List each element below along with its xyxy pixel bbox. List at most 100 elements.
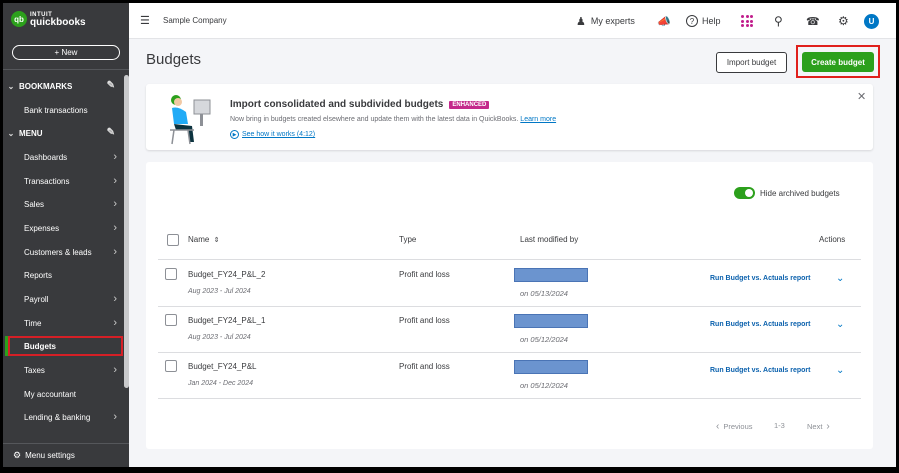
pager-next[interactable]: Next › [807,421,830,432]
budget-name[interactable]: Budget_FY24_P&L_2 [188,270,265,279]
redacted-user-block [514,360,588,374]
chevron-down-icon[interactable]: ⌄ [836,365,844,376]
my-experts-label: My experts [590,16,635,26]
table-row: Budget_FY24_P&L Jan 2024 - Dec 2024 Prof… [146,354,873,400]
active-indicator [5,336,8,356]
row-checkbox[interactable] [165,314,177,326]
redacted-user-block [514,314,588,328]
see-how-it-works-link[interactable]: ▶ See how it works (4:12) [230,130,315,139]
sidebar-item-transactions[interactable]: Transactions › [3,171,123,191]
sidebar-item-payroll[interactable]: Payroll › [3,289,123,309]
chevron-right-icon: › [113,317,117,329]
chevron-down-icon[interactable]: ⌄ [836,273,844,284]
budget-period: Jan 2024 - Dec 2024 [188,380,253,387]
edit-bookmarks-pencil-icon[interactable]: ✎ [107,80,115,91]
notifications-button[interactable]: ☎ [806,3,820,39]
expert-person-icon: ♟ [576,15,586,28]
sidebar-item-budgets[interactable]: Budgets [5,336,123,356]
menu-settings-label: Menu settings [25,451,75,460]
close-icon[interactable]: ✕ [857,90,866,103]
settings-button[interactable]: ⚙ [838,3,849,39]
learn-more-link[interactable]: Learn more [520,116,556,123]
sidebar: qb INTUIT quickbooks + New ⌄ BOOKMARKS ✎… [3,3,129,467]
column-header-name-label: Name [188,235,210,244]
create-budget-button[interactable]: Create budget [802,52,874,72]
last-modified-date: on 05/13/2024 [520,289,568,298]
chevron-down-icon: ⌄ [7,128,15,138]
pager-previous[interactable]: ‹ Previous [716,421,753,432]
run-report-link[interactable]: Run Budget vs. Actuals report [710,321,810,328]
sidebar-item-lending-banking[interactable]: Lending & banking › [3,407,123,427]
company-name: Sample Company [163,16,227,25]
chevron-right-icon: › [113,175,117,187]
search-icon: ⚲ [774,14,783,28]
sidebar-item-time[interactable]: Time › [3,313,123,333]
budget-period: Aug 2023 - Jul 2024 [188,288,251,295]
row-checkbox[interactable] [165,268,177,280]
budgets-table-card: Hide archived budgets Name ⇕ Type Last m… [146,162,873,449]
sidebar-item-my-accountant[interactable]: My accountant [3,384,123,404]
column-header-actions: Actions [819,235,846,244]
import-budget-button[interactable]: Import budget [716,52,787,73]
bookmarks-label: BOOKMARKS [19,81,73,91]
sidebar-item-label: Expenses [24,223,60,233]
budget-name[interactable]: Budget_FY24_P&L [188,362,257,371]
bookmarks-section-header[interactable]: ⌄ BOOKMARKS ✎ [3,76,123,96]
sidebar-item-bank-transactions[interactable]: Bank transactions [3,100,123,120]
chevron-down-icon[interactable]: ⌄ [836,319,844,330]
column-header-name[interactable]: Name ⇕ [188,235,219,244]
run-report-link[interactable]: Run Budget vs. Actuals report [710,367,810,374]
run-report-link[interactable]: Run Budget vs. Actuals report [710,275,810,282]
chevron-right-icon: › [113,364,117,376]
last-modified-date: on 05/12/2024 [520,335,568,344]
hide-archived-toggle[interactable] [734,187,755,199]
sidebar-item-label: Dashboards [24,152,68,162]
hide-archived-label: Hide archived budgets [760,188,840,198]
menu-settings-button[interactable]: ⚙ Menu settings [3,443,129,467]
gear-icon: ⚙ [13,450,22,460]
help-button[interactable]: ? Help [686,3,721,39]
pager-range: 1-3 [774,421,785,430]
pager-next-label: Next [807,422,823,431]
quickbooks-logo[interactable]: qb INTUIT quickbooks [11,11,86,28]
top-bar: ☰ Sample Company ♟ My experts 📣 ? Help ⚲… [129,3,896,39]
sidebar-item-customers-leads[interactable]: Customers & leads › [3,242,123,262]
budget-name[interactable]: Budget_FY24_P&L_1 [188,316,265,325]
menu-section-header[interactable]: ⌄ MENU ✎ [3,123,123,143]
sidebar-item-taxes[interactable]: Taxes › [3,360,123,380]
page-title: Budgets [146,51,202,68]
megaphone-icon: 📣 [657,15,671,28]
apps-button[interactable] [741,3,753,39]
sidebar-item-label: Customers & leads [24,247,92,257]
help-icon: ? [686,15,698,27]
sidebar-item-sales[interactable]: Sales › [3,194,123,214]
row-checkbox[interactable] [165,360,177,372]
select-all-checkbox[interactable] [167,234,179,246]
video-link-label: See how it works (4:12) [242,131,316,138]
banner-title: Import consolidated and subdivided budge… [230,99,444,110]
import-banner: Import consolidated and subdivided budge… [146,84,873,150]
column-header-last-modified: Last modified by [520,235,579,244]
announcements-button[interactable]: 📣 [657,3,671,39]
sidebar-item-expenses[interactable]: Expenses › [3,218,123,238]
new-button[interactable]: + New [12,45,120,60]
sidebar-item-label: Transactions [24,176,70,186]
sidebar-item-dashboards[interactable]: Dashboards › [3,147,123,167]
user-avatar[interactable]: U [864,14,879,29]
hide-archived-toggle-row: Hide archived budgets [734,187,840,199]
gear-icon: ⚙ [838,14,849,28]
my-experts-button[interactable]: ♟ My experts [576,3,635,39]
sidebar-item-reports[interactable]: Reports [3,265,123,285]
search-button[interactable]: ⚲ [774,3,783,39]
sidebar-scrollbar[interactable] [124,75,129,388]
sidebar-item-label: My accountant [24,389,77,399]
budget-type: Profit and loss [399,362,450,371]
collapse-menu-icon[interactable]: ☰ [140,14,150,27]
menu-label: MENU [19,128,43,138]
table-row: Budget_FY24_P&L_1 Aug 2023 - Jul 2024 Pr… [146,308,873,354]
banner-title-row: Import consolidated and subdivided budge… [230,99,490,110]
chevron-right-icon: › [113,222,117,234]
edit-menu-pencil-icon[interactable]: ✎ [107,127,115,138]
chevron-right-icon: › [113,411,117,423]
row-divider [158,398,861,399]
